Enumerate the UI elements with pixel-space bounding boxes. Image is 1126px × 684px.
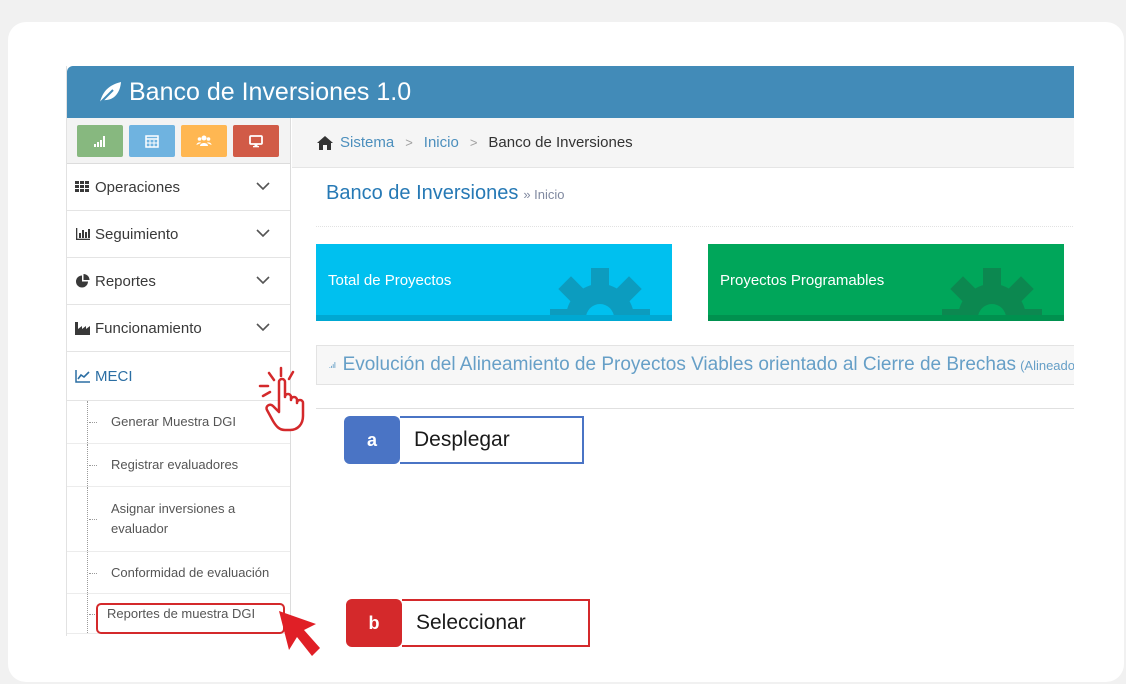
breadcrumb: Sistema > Inicio > Banco de Inversiones [292,118,1074,168]
home-icon [317,135,333,150]
breadcrumb-separator: > [405,135,413,150]
page-title-text: Banco de Inversiones [326,182,519,204]
shortcut-calendar-button[interactable] [129,124,175,157]
users-icon [196,135,212,146]
chart-panel-title: Evolución del Alineamiento de Proyectos … [342,354,1017,375]
grid-icon [75,181,89,192]
submenu-item-registrar-evaluadores[interactable]: Registrar evaluadores [67,444,290,487]
sidebar-item-seguimiento[interactable]: Seguimiento [67,211,290,258]
box-total-proyectos[interactable]: Total de Proyectos [316,244,672,321]
callout-a: a Desplegar [344,416,584,464]
bar-chart-icon [94,135,105,147]
selection-highlight [96,603,285,634]
hand-pointer-icon [258,366,305,432]
app-title: Banco de Inversiones 1.0 [129,77,412,106]
sidebar-item-operaciones[interactable]: Operaciones [67,164,290,211]
callout-tag: a [344,416,400,464]
submenu-item-label: Conformidad de evaluación [111,564,270,580]
leaf-icon [99,82,121,104]
panel-divider [316,408,1074,409]
box-proyectos-programables[interactable]: Proyectos Programables [708,244,1064,321]
shortcut-monitor-button[interactable] [233,124,279,157]
box-label: Proyectos Programables [720,272,885,289]
shortcut-stats-button[interactable] [77,124,123,157]
shortcut-users-button[interactable] [181,124,227,157]
breadcrumb-link-sistema[interactable]: Sistema [340,134,394,151]
line-chart-icon [75,370,90,383]
sidebar-item-label: Funcionamiento [95,319,202,337]
gear-icon [550,268,650,315]
breadcrumb-link-inicio[interactable]: Inicio [424,134,459,151]
chart-panel-suffix: (Alineado [1020,357,1074,373]
sidebar-item-funcionamiento[interactable]: Funcionamiento [67,305,290,352]
submenu-item-conformidad[interactable]: Conformidad de evaluación [67,552,290,594]
chevron-down-icon [256,323,270,332]
monitor-icon [249,134,263,147]
callout-b: b Seleccionar [346,599,590,647]
sidebar-item-label: Reportes [95,272,156,290]
box-label: Total de Proyectos [328,272,452,289]
industry-icon [75,322,90,335]
callout-text: Desplegar [400,416,584,464]
sidebar-item-reportes[interactable]: Reportes [67,258,290,305]
pie-chart-icon [76,274,90,288]
submenu-item-asignar-inversiones[interactable]: Asignar inversiones a evaluador [67,487,290,552]
title-divider [316,226,1074,227]
chevron-down-icon [256,182,270,191]
main-content: Sistema > Inicio > Banco de Inversiones … [292,118,1074,636]
submenu-item-label: Registrar evaluadores [111,457,239,472]
calendar-icon [145,134,159,148]
sidebar-item-label: Seguimiento [95,225,179,243]
sidebar-item-label: MECI [95,367,133,385]
submenu-item-label: Asignar inversiones a evaluador [111,501,236,536]
page-subtitle: » Inicio [523,187,565,202]
submenu-item-label: Generar Muestra DGI [111,414,236,429]
signal-bars-icon [329,362,336,368]
callout-text: Seleccionar [402,599,590,647]
sidebar-shortcuts [67,118,290,164]
chevron-down-icon [256,229,270,238]
chart-panel-header[interactable]: Evolución del Alineamiento de Proyectos … [316,345,1074,385]
breadcrumb-current: Banco de Inversiones [488,134,633,151]
meci-submenu: Generar Muestra DGI Registrar evaluadore… [67,401,290,634]
callout-tag: b [346,599,402,647]
cursor-arrow-icon [279,611,320,656]
bar-chart-icon [76,228,90,240]
gear-icon [942,268,1042,315]
sidebar-item-label: Operaciones [95,178,181,196]
app-header: Banco de Inversiones 1.0 [67,66,1074,118]
breadcrumb-separator: > [469,135,478,150]
page-title: Banco de Inversiones » Inicio [326,182,565,205]
app-window: Banco de Inversiones 1.0 Operaciones Seg… [66,66,1074,636]
chevron-down-icon [256,276,270,285]
